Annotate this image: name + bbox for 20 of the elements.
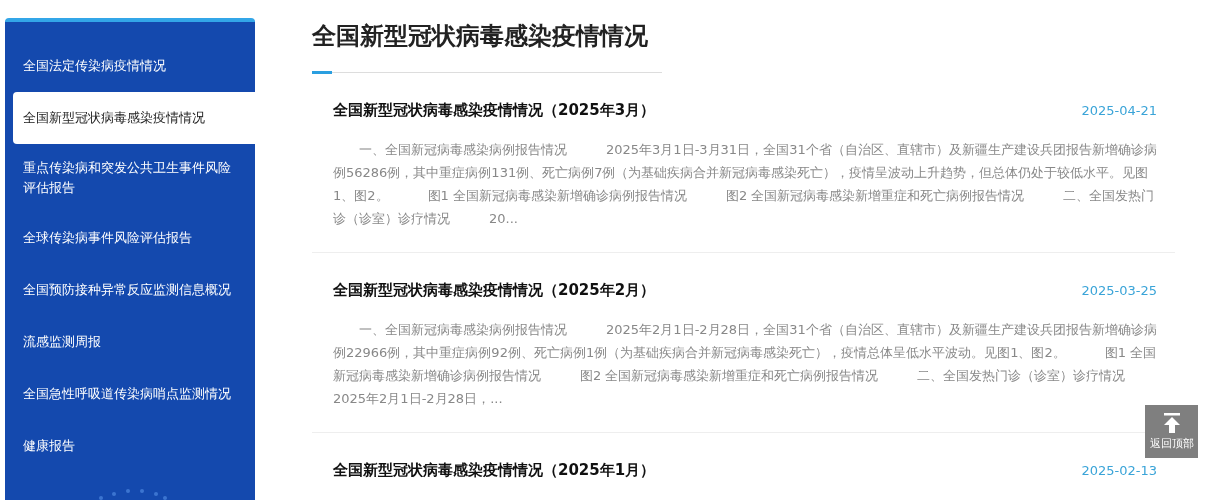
- article-title[interactable]: 全国新型冠状病毒感染疫情情况（2025年3月）: [333, 101, 656, 120]
- sidebar-item[interactable]: 全球传染病事件风险评估报告: [5, 212, 255, 264]
- sidebar-item[interactable]: 流感监测周报: [5, 316, 255, 368]
- article-date: 2025-03-25: [1081, 283, 1157, 298]
- article-date: 2025-04-21: [1081, 103, 1157, 118]
- sidebar-item[interactable]: 全国法定传染病疫情情况: [5, 40, 255, 92]
- sidebar-item[interactable]: 全国预防接种异常反应监测信息概况: [5, 264, 255, 316]
- sidebar-item[interactable]: 全国新型冠状病毒感染疫情情况: [13, 92, 255, 144]
- page-title: 全国新型冠状病毒感染疫情情况: [312, 20, 662, 73]
- article-title[interactable]: 全国新型冠状病毒感染疫情情况（2025年1月）: [333, 461, 656, 480]
- sidebar-item[interactable]: 全国急性呼吸道传染病哨点监测情况: [5, 368, 255, 420]
- dots-drawing: [98, 486, 168, 500]
- sidebar-item[interactable]: 重点传染病和突发公共卫生事件风险评估报告: [5, 144, 255, 212]
- article-summary: 一、全国新冠病毒感染病例报告情况 2025年2月1日-2月28日，全国31个省（自治区、直辖市）及新疆生产建设兵团报告新增确诊病例22966例，其中重症病例92例、死亡病例1例（为基础疾病合并新冠病毒感染死亡），疫情总体呈低水平波动。见图1、图2。 图1 全国新冠病毒感染新增确诊病例报告情况 图2 全国新冠病毒感染新增重症和死亡病例报告情况 二、全国发热门诊（诊室）诊疗情况 2025年2月1日-2月28日，...: [333, 321, 1157, 408]
- article-title[interactable]: 全国新型冠状病毒感染疫情情况（2025年2月）: [333, 281, 656, 300]
- arrow-up-icon: [1162, 412, 1181, 433]
- sidebar-item[interactable]: 健康报告: [5, 420, 255, 472]
- back-to-top-button[interactable]: 返回顶部: [1145, 405, 1198, 458]
- article-date: 2025-02-13: [1081, 463, 1157, 478]
- article-summary: 一、全国新冠病毒感染病例报告情况 2025年3月1日-3月31日，全国31个省（自治区、直辖市）及新疆生产建设兵团报告新增确诊病例56286例，其中重症病例131例、死亡病例7例（为基础疾病合并新冠病毒感染死亡），疫情呈波动上升趋势，但总体仍处于较低水平。见图1、图2。 图1 全国新冠病毒感染新增确诊病例报告情况 图2 全国新冠病毒感染新增重症和死亡病例报告情况 二、全国发热门诊（诊室）诊疗情况 20...: [333, 141, 1157, 228]
